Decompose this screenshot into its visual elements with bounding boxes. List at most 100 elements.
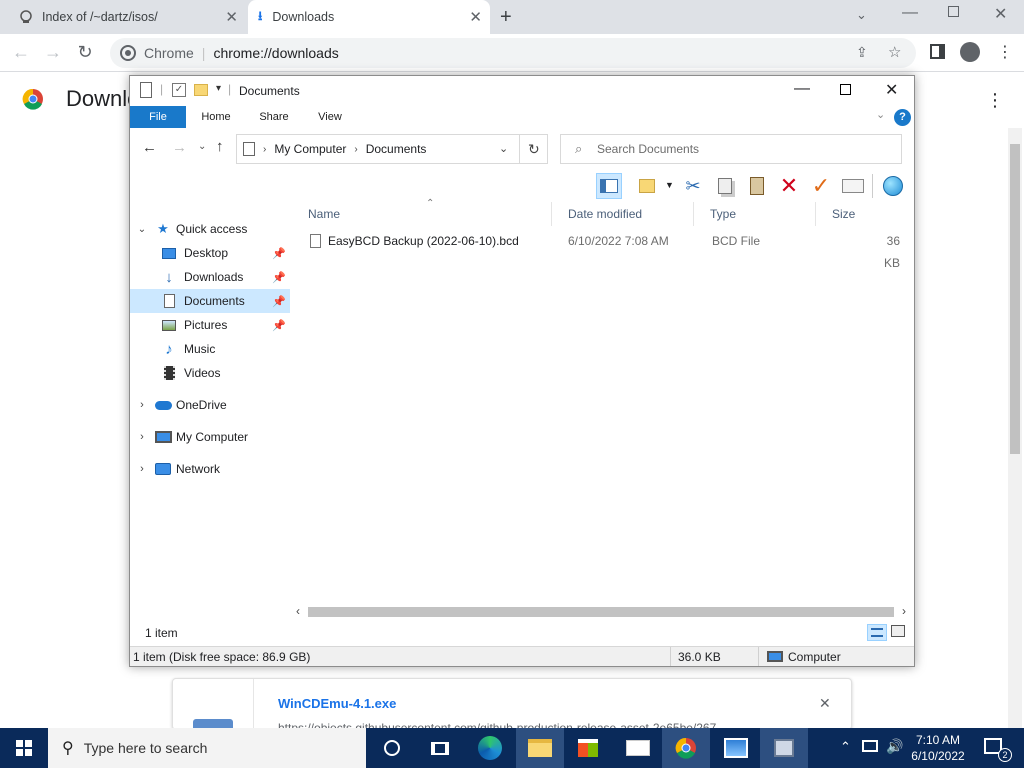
rename-button[interactable]: ✓ — [808, 173, 834, 199]
close-window-button[interactable]: ✕ — [994, 4, 1007, 24]
chrome-taskbar-button[interactable] — [662, 728, 710, 768]
cortana-button[interactable] — [368, 728, 416, 768]
bookmark-star-icon[interactable]: ☆ — [888, 43, 901, 61]
new-folder-icon[interactable] — [194, 84, 208, 96]
remove-download-icon[interactable]: ✕ — [819, 695, 831, 712]
nav-downloads[interactable]: ↓ Downloads 📌 — [130, 265, 290, 289]
column-header-type[interactable]: Type — [696, 202, 816, 226]
search-documents-input[interactable]: ⌕ Search Documents — [560, 134, 902, 164]
videos-icon — [160, 365, 178, 381]
network-globe-button[interactable] — [880, 173, 906, 199]
nav-onedrive[interactable]: › OneDrive — [130, 393, 290, 417]
file-explorer-taskbar-button[interactable] — [516, 728, 564, 768]
task-view-button[interactable] — [416, 728, 464, 768]
explorer-close-button[interactable]: ✕ — [885, 80, 898, 100]
photos-taskbar-button[interactable] — [712, 728, 760, 768]
new-tab-button[interactable]: + — [500, 6, 512, 29]
copy-button[interactable] — [712, 173, 738, 199]
expand-chevron-icon[interactable]: › — [130, 463, 154, 475]
network-tray-icon[interactable] — [862, 740, 878, 752]
large-icons-view-button[interactable] — [891, 625, 905, 637]
breadcrumb-my-computer[interactable]: My Computer — [274, 142, 346, 156]
views-dropdown-icon[interactable]: ▼ — [665, 180, 674, 190]
back-button[interactable]: ← — [10, 42, 32, 63]
ribbon-tab-file[interactable]: File — [130, 106, 186, 128]
details-view-button[interactable] — [867, 624, 887, 641]
preview-pane-button[interactable] — [596, 173, 622, 199]
share-icon[interactable]: ⇪ — [856, 44, 868, 61]
address-bar[interactable]: › My Computer › Documents ⌄ ↻ — [236, 134, 548, 164]
ribbon-tab-share[interactable]: Share — [252, 106, 296, 128]
views-button[interactable] — [634, 173, 660, 199]
pin-icon: 📌 — [272, 319, 286, 332]
horizontal-scrollbar-thumb[interactable] — [308, 607, 894, 617]
quick-access-toolbar-dropdown-icon[interactable]: ▾ — [216, 83, 221, 94]
tab-index-isos[interactable]: Index of /~dartz/isos/ ✕ — [8, 0, 246, 34]
explorer-maximize-button[interactable] — [840, 84, 851, 95]
nav-music[interactable]: ♪ Music — [130, 337, 290, 361]
nav-desktop[interactable]: Desktop 📌 — [130, 241, 290, 265]
refresh-icon[interactable]: ↻ — [528, 141, 540, 158]
downloads-menu-icon[interactable]: ⋮ — [986, 90, 1004, 111]
clock[interactable]: 7:10 AM 6/10/2022 — [906, 732, 970, 764]
scroll-left-icon[interactable]: ‹ — [296, 604, 300, 618]
properties-icon[interactable]: ✓ — [172, 83, 186, 97]
nav-pictures[interactable]: Pictures 📌 — [130, 313, 290, 337]
forward-button[interactable]: → — [172, 139, 187, 156]
breadcrumb-documents[interactable]: Documents — [366, 142, 427, 156]
column-header-name[interactable]: Name — [294, 202, 552, 226]
back-button[interactable]: ← — [142, 139, 157, 156]
address-dropdown-icon[interactable]: ⌄ — [499, 142, 508, 155]
expand-ribbon-icon[interactable]: ⌄ — [876, 108, 885, 121]
page-scrollbar[interactable] — [1008, 128, 1022, 728]
column-header-size[interactable]: Size — [818, 202, 904, 226]
expand-chevron-icon[interactable]: › — [130, 399, 154, 411]
expand-chevron-icon[interactable]: › — [130, 431, 154, 443]
up-button[interactable]: ↑ — [216, 138, 224, 155]
volume-icon[interactable]: 🔊 — [886, 738, 903, 755]
download-filename-link[interactable]: WinCDEmu-4.1.exe — [278, 696, 396, 711]
column-header-date-modified[interactable]: Date modified — [554, 202, 694, 226]
horizontal-scrollbar[interactable]: ‹ › — [292, 603, 914, 621]
tab-downloads[interactable]: ⭳ Downloads ✕ — [248, 0, 490, 34]
ribbon-tab-view[interactable]: View — [308, 106, 352, 128]
easybcd-taskbar-button[interactable] — [760, 728, 808, 768]
nav-videos[interactable]: Videos — [130, 361, 290, 385]
chrome-menu-icon[interactable]: ⋮ — [997, 42, 1013, 62]
start-button[interactable] — [0, 728, 48, 768]
page-scrollbar-thumb[interactable] — [1010, 144, 1020, 454]
download-item: WinCDEmu-4.1.exe https://objects.githubu… — [172, 678, 852, 730]
forward-button[interactable]: → — [42, 42, 64, 63]
explorer-minimize-button[interactable]: — — [794, 80, 810, 98]
edge-taskbar-button[interactable] — [466, 728, 514, 768]
scroll-right-icon[interactable]: › — [902, 604, 906, 618]
address-bar[interactable]: Chrome | chrome://downloads ⇪ ☆ — [110, 38, 916, 68]
ribbon-tab-home[interactable]: Home — [194, 106, 238, 128]
cut-button[interactable]: ✂ — [680, 173, 706, 199]
delete-button[interactable]: ✕ — [776, 173, 802, 199]
side-panel-icon[interactable] — [930, 44, 945, 59]
mail-taskbar-button[interactable] — [614, 728, 662, 768]
store-taskbar-button[interactable] — [564, 728, 612, 768]
file-row[interactable]: EasyBCD Backup (2022-06-10).bcd 6/10/202… — [292, 230, 914, 270]
reload-button[interactable]: ↻ — [74, 42, 96, 63]
show-hidden-icons-chevron[interactable]: ⌃ — [840, 739, 851, 755]
status-selection-size: 36.0 KB — [678, 650, 721, 664]
nav-documents[interactable]: Documents 📌 — [130, 289, 290, 313]
nav-my-computer[interactable]: › My Computer — [130, 425, 290, 449]
nav-quick-access[interactable]: ⌄ ★ Quick access — [130, 217, 290, 241]
restore-window-button[interactable] — [948, 6, 959, 17]
mail-icon — [626, 740, 650, 756]
tab-search-icon[interactable]: ⌄ — [856, 7, 867, 23]
taskbar-search-box[interactable]: ⚲ Type here to search — [48, 728, 366, 768]
collapse-chevron-icon[interactable]: ⌄ — [130, 224, 154, 235]
help-icon[interactable]: ? — [894, 109, 911, 126]
recent-locations-dropdown-icon[interactable]: ⌄ — [198, 141, 206, 152]
paste-button[interactable] — [744, 173, 770, 199]
profile-avatar[interactable] — [960, 42, 980, 62]
properties-button[interactable] — [840, 173, 866, 199]
nav-network[interactable]: › Network — [130, 457, 290, 481]
minimize-window-button[interactable]: — — [902, 4, 918, 22]
close-tab-icon[interactable]: ✕ — [469, 8, 482, 26]
close-tab-icon[interactable]: ✕ — [225, 8, 238, 26]
